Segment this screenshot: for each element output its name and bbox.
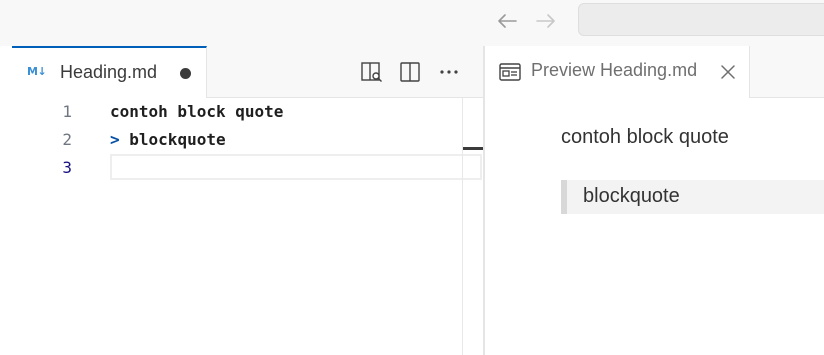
tab-preview-heading-md[interactable]: Preview Heading.md — [485, 46, 750, 98]
split-editor-icon — [400, 62, 420, 82]
line-number-current: 3 — [62, 158, 72, 177]
unsaved-dot-icon[interactable] — [180, 68, 191, 79]
minimap[interactable] — [462, 98, 463, 355]
code-text: contoh block quote — [110, 102, 284, 121]
preview-icon — [499, 63, 521, 81]
close-icon — [721, 65, 735, 79]
blockquote-marker: > — [110, 130, 120, 149]
preview-side-icon — [361, 62, 382, 82]
code-text: blockquote — [119, 130, 226, 149]
open-preview-to-side-button[interactable] — [360, 60, 384, 84]
close-tab-button[interactable] — [717, 61, 739, 83]
tab-bar: Preview Heading.md — [485, 46, 824, 98]
line-number: 1 — [62, 102, 72, 121]
split-editor-button[interactable] — [398, 60, 422, 84]
line-number: 2 — [62, 130, 72, 149]
markdown-preview: contoh block quote blockquote — [485, 98, 824, 355]
code-line[interactable]: > blockquote — [110, 126, 226, 154]
preview-paragraph: contoh block quote — [561, 126, 729, 148]
tab-heading-md[interactable]: M↓ Heading.md — [12, 46, 207, 98]
arrow-left-icon — [498, 14, 517, 28]
current-line-highlight — [110, 154, 482, 180]
scrollbar-cursor-marker — [463, 147, 483, 150]
more-actions-button[interactable] — [437, 60, 461, 84]
back-button[interactable] — [495, 9, 519, 33]
editor-group-right: Preview Heading.md contoh block quote bl… — [485, 46, 824, 355]
vscode-window: M↓ Heading.md 1 2 3 contoh block quote >… — [0, 0, 824, 355]
code-line[interactable]: contoh block quote — [110, 98, 283, 126]
blockquote-text: blockquote — [583, 185, 680, 207]
preview-blockquote: blockquote — [561, 180, 824, 214]
tab-bar: M↓ Heading.md — [12, 46, 483, 98]
ellipsis-icon — [440, 70, 458, 74]
editor-group-left: M↓ Heading.md 1 2 3 contoh block quote >… — [12, 46, 483, 355]
tab-label: Preview Heading.md — [531, 60, 698, 80]
tab-label: Heading.md — [60, 62, 158, 82]
arrow-right-icon — [536, 14, 555, 28]
code-editor[interactable]: 1 2 3 contoh block quote > blockquote — [12, 98, 483, 355]
forward-button[interactable] — [534, 9, 558, 33]
markdown-icon: M↓ — [27, 65, 47, 78]
command-center-search[interactable] — [578, 3, 824, 36]
title-bar — [0, 0, 824, 46]
